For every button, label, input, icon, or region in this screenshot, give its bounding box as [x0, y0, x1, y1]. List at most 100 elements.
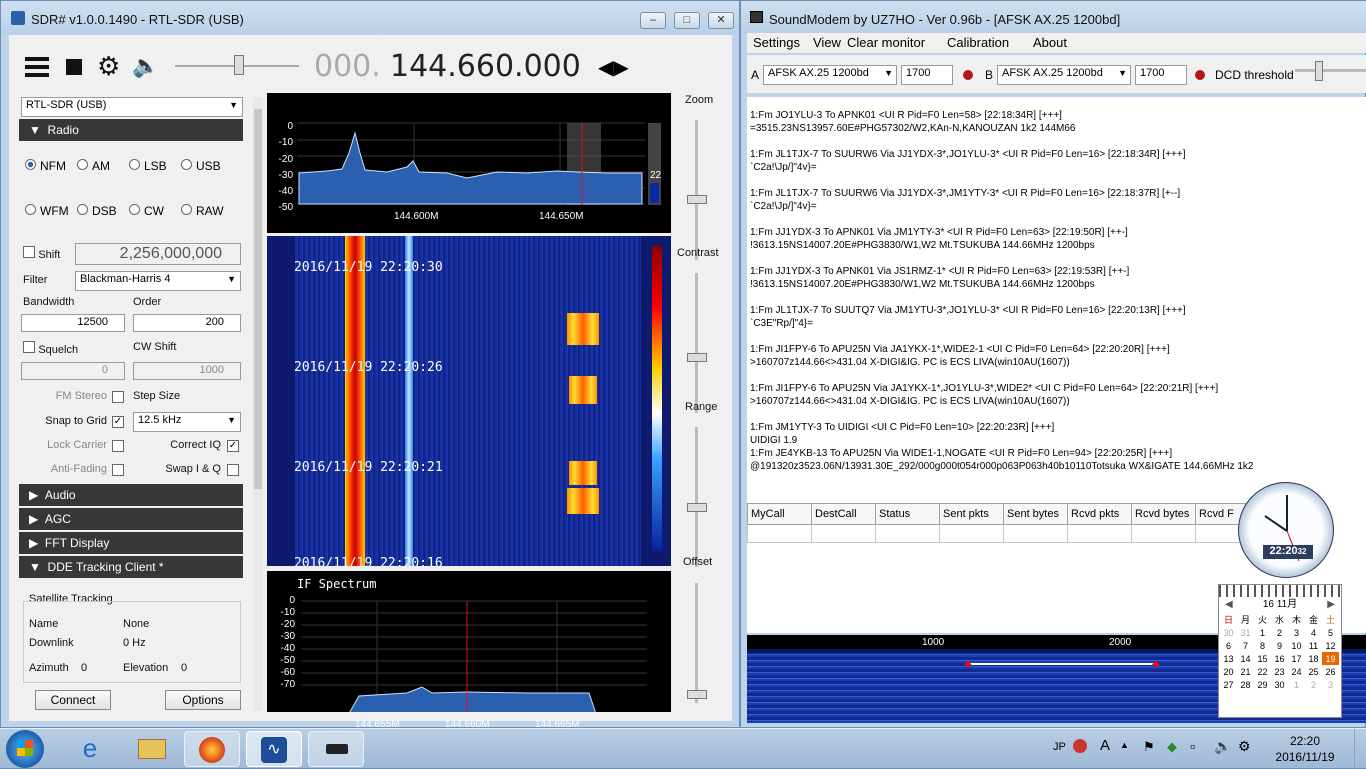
calendar-day[interactable]: 15: [1254, 652, 1271, 665]
close-button[interactable]: ✕: [708, 12, 734, 29]
filter-select[interactable]: Blackman-Harris 4 ▼: [75, 271, 241, 291]
calendar-day[interactable]: 8: [1254, 639, 1271, 652]
ime-mode[interactable]: A: [1100, 737, 1110, 754]
agc-panel-header[interactable]: ▶ AGC: [19, 508, 243, 530]
calendar-day[interactable]: 17: [1288, 652, 1305, 665]
mode-radio-dsb[interactable]: DSB: [77, 204, 117, 218]
calendar-day[interactable]: 27: [1220, 678, 1237, 691]
frequency-display[interactable]: 144.660.000: [390, 49, 581, 84]
calendar-day[interactable]: 3: [1288, 626, 1305, 639]
menu-calibration[interactable]: Calibration: [947, 35, 1009, 50]
dcd-threshold-slider[interactable]: [1295, 69, 1366, 72]
offset-slider[interactable]: [695, 583, 698, 703]
lock-carrier-checkbox[interactable]: [112, 440, 124, 452]
minimize-button[interactable]: –: [640, 12, 666, 29]
calendar-prev-icon[interactable]: ◀: [1225, 597, 1233, 613]
column-header[interactable]: Rcvd pkts: [1067, 503, 1132, 525]
calendar-day[interactable]: 2: [1305, 678, 1322, 691]
bandwidth-input[interactable]: 12500: [21, 314, 125, 332]
column-header[interactable]: Sent pkts: [939, 503, 1004, 525]
range-slider[interactable]: [695, 427, 698, 567]
audio-panel-header[interactable]: ▶ Audio: [19, 484, 243, 506]
panel-scrollbar[interactable]: [253, 97, 263, 711]
channel-b-mode-select[interactable]: AFSK AX.25 1200bd ▼: [997, 65, 1131, 85]
mode-radio-lsb[interactable]: LSB: [129, 159, 167, 173]
column-header[interactable]: Sent bytes: [1003, 503, 1068, 525]
zoom-thumb[interactable]: [687, 195, 707, 204]
range-thumb[interactable]: [687, 503, 707, 512]
calendar-day[interactable]: 7: [1237, 639, 1254, 652]
network-icon[interactable]: ▫: [1190, 738, 1195, 754]
soundmodem-titlebar[interactable]: SoundModem by UZ7HO - Ver 0.96b - [AFSK …: [741, 1, 1366, 33]
table-cell[interactable]: [1067, 524, 1132, 543]
calendar-day[interactable]: 14: [1237, 652, 1254, 665]
calendar-day[interactable]: 12: [1322, 639, 1339, 652]
menu-clear-monitor[interactable]: Clear monitor: [847, 35, 925, 50]
calendar-day[interactable]: 3: [1322, 678, 1339, 691]
dde-panel-header[interactable]: ▼ DDE Tracking Client *: [19, 556, 243, 578]
calendar-day[interactable]: 29: [1254, 678, 1271, 691]
calendar-day[interactable]: 6: [1220, 639, 1237, 652]
calendar-day[interactable]: 18: [1305, 652, 1322, 665]
firefox-icon[interactable]: [184, 731, 240, 767]
sdr-titlebar[interactable]: SDR# v1.0.0.1490 - RTL-SDR (USB) – □ ✕: [1, 1, 739, 35]
connect-button[interactable]: Connect: [35, 690, 111, 710]
snap-checkbox[interactable]: ✓: [112, 416, 124, 428]
mode-radio-cw[interactable]: CW: [129, 204, 164, 218]
tune-arrows-icon[interactable]: ◀▶: [598, 55, 629, 80]
start-button[interactable]: [6, 730, 44, 768]
channel-a-freq-input[interactable]: 1700: [901, 65, 953, 85]
column-header[interactable]: Rcvd bytes: [1131, 503, 1196, 525]
calendar-day[interactable]: 2: [1271, 626, 1288, 639]
contrast-thumb[interactable]: [687, 353, 707, 362]
stop-icon[interactable]: [66, 59, 82, 75]
order-input[interactable]: 200: [133, 314, 241, 332]
anti-fading-checkbox[interactable]: [112, 464, 124, 476]
speaker-icon[interactable]: 🔈: [132, 54, 159, 78]
gear-icon[interactable]: ⚙: [97, 53, 120, 79]
mode-radio-usb[interactable]: USB: [181, 159, 221, 173]
zoom-slider[interactable]: [695, 120, 698, 260]
power-icon[interactable]: ⚙: [1238, 738, 1251, 755]
mode-radio-am[interactable]: AM: [77, 159, 110, 173]
calendar-day[interactable]: 1: [1254, 626, 1271, 639]
calendar-day[interactable]: 4: [1305, 626, 1322, 639]
calendar-day[interactable]: 19: [1322, 652, 1339, 665]
tuning-marker[interactable]: [969, 663, 1157, 665]
taskbar-clock[interactable]: 22:20 2016/11/19: [1270, 733, 1340, 765]
calendar-day[interactable]: 10: [1288, 639, 1305, 652]
maximize-button[interactable]: □: [674, 12, 700, 29]
column-header[interactable]: DestCall: [811, 503, 876, 525]
monitor-log[interactable]: 1:Fm JO1YLU-3 To APNK01 <UI R Pid=F0 Len…: [747, 97, 1366, 503]
fft-panel-header[interactable]: ▶ FFT Display: [19, 532, 243, 554]
dcd-threshold-thumb[interactable]: [1315, 61, 1323, 81]
calendar-day[interactable]: 20: [1220, 665, 1237, 678]
options-button[interactable]: Options: [165, 690, 241, 710]
internet-explorer-icon[interactable]: e: [62, 731, 118, 767]
clock-gadget[interactable]: 22:2032: [1238, 482, 1334, 578]
show-hidden-icons[interactable]: ▲: [1120, 740, 1129, 750]
calendar-day[interactable]: 26: [1322, 665, 1339, 678]
menu-settings[interactable]: Settings: [753, 35, 800, 50]
ime-icon[interactable]: [1073, 739, 1087, 753]
table-cell[interactable]: [939, 524, 1004, 543]
volume-icon[interactable]: 🔈: [1214, 738, 1231, 755]
calendar-day[interactable]: 28: [1237, 678, 1254, 691]
channel-b-freq-input[interactable]: 1700: [1135, 65, 1187, 85]
step-size-select[interactable]: 12.5 kHz ▼: [133, 412, 241, 432]
calendar-gadget[interactable]: ◀ 16 11月 ▶ 日月火水木金土 30 31 1 2 3 4 5 6 7 8 9 10 11 12 13 1…: [1218, 584, 1342, 718]
shift-input[interactable]: 2,256,000,000: [75, 243, 241, 265]
calendar-day[interactable]: 11: [1305, 639, 1322, 652]
squelch-input[interactable]: 0: [21, 362, 125, 380]
calendar-day[interactable]: 31: [1237, 626, 1254, 639]
menu-view[interactable]: View: [813, 35, 841, 50]
table-cell[interactable]: [811, 524, 876, 543]
swap-iq-checkbox[interactable]: [227, 464, 239, 476]
offset-thumb[interactable]: [687, 690, 707, 699]
calendar-day[interactable]: 21: [1237, 665, 1254, 678]
table-cell[interactable]: [1003, 524, 1068, 543]
calendar-day[interactable]: 16: [1271, 652, 1288, 665]
menu-about[interactable]: About: [1033, 35, 1067, 50]
calendar-day[interactable]: 9: [1271, 639, 1288, 652]
action-center-icon[interactable]: ⚑: [1143, 739, 1155, 755]
